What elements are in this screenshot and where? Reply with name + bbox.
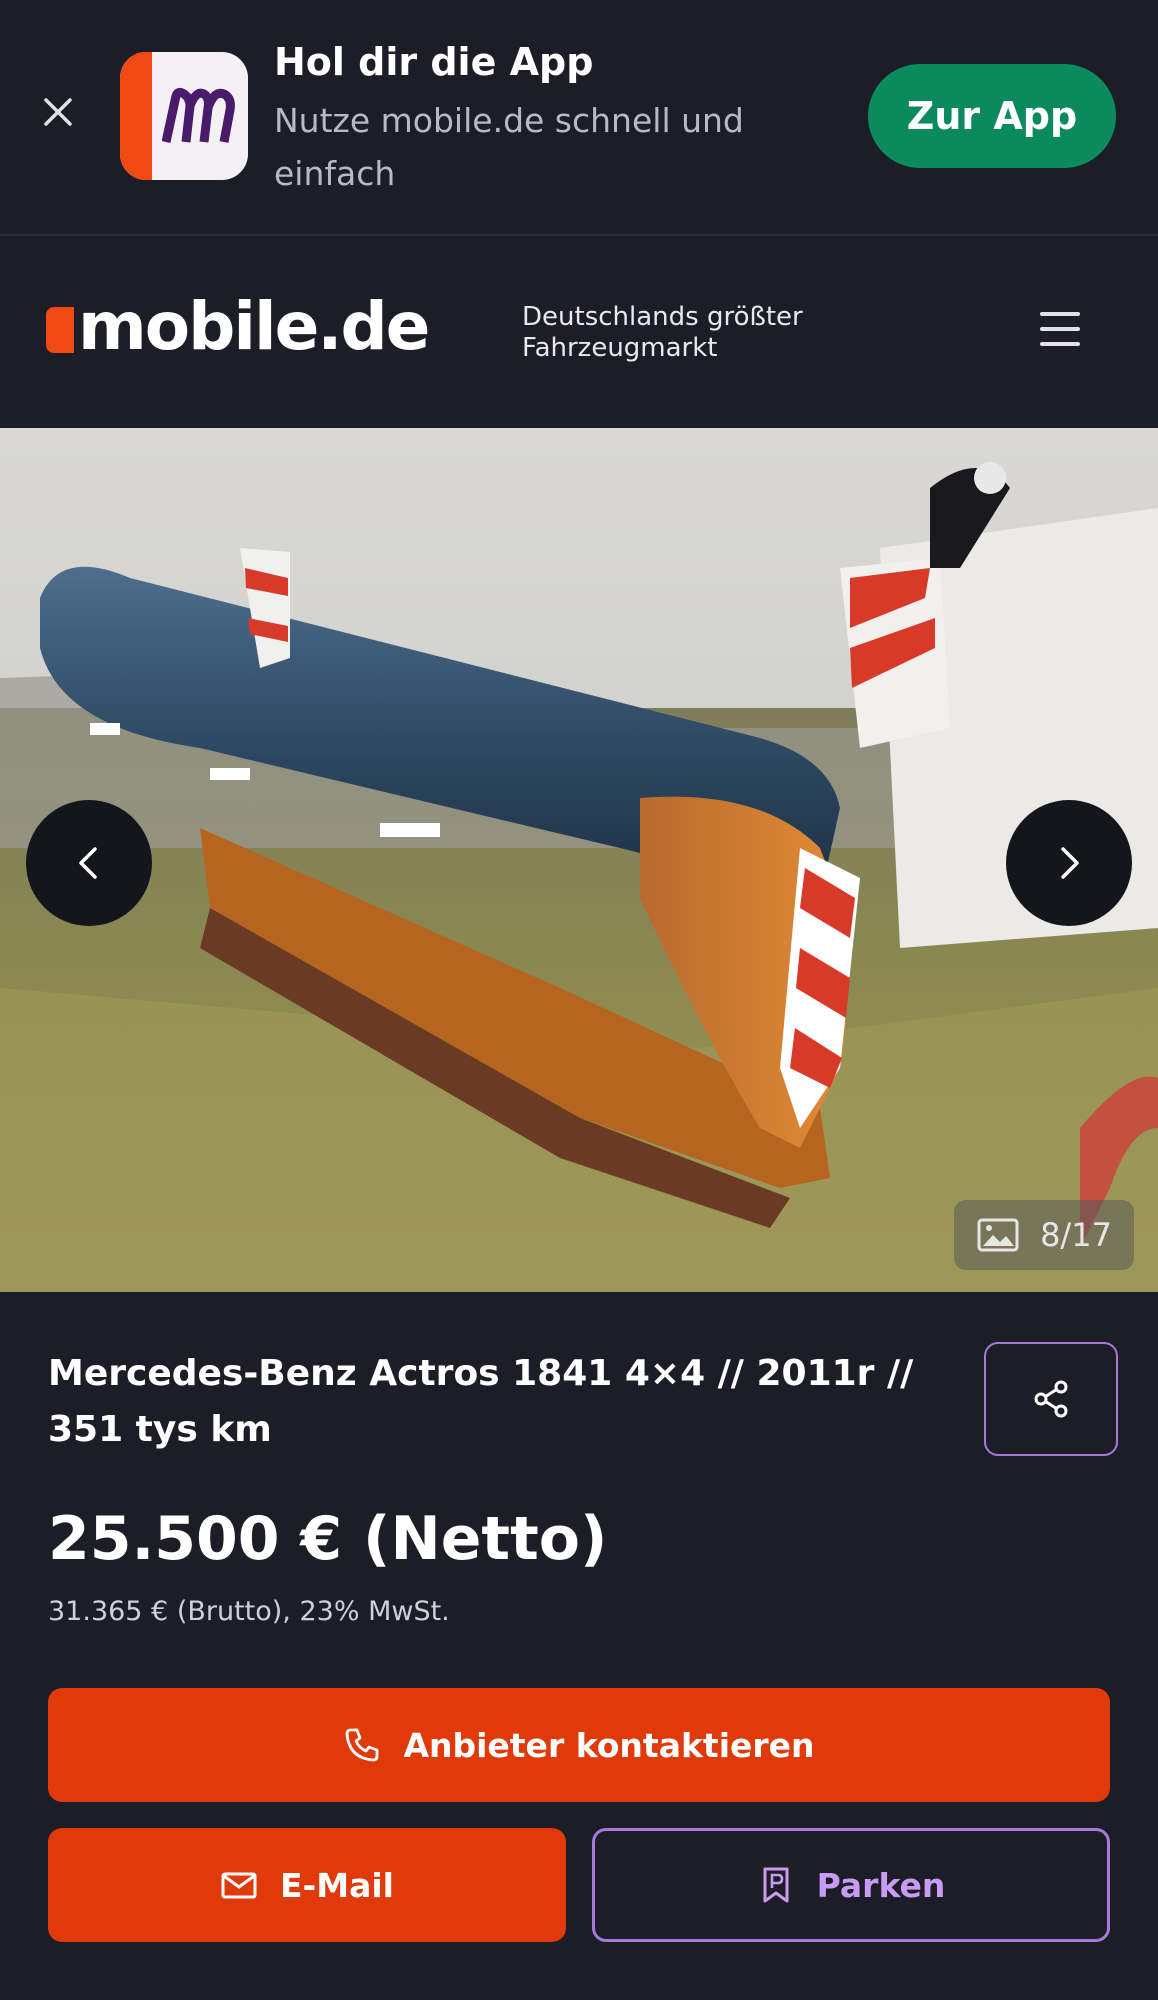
open-app-button[interactable]: Zur App <box>868 64 1116 168</box>
chevron-right-icon <box>1061 847 1079 879</box>
app-install-banner: Hol dir die App Nutze mobile.de schnell … <box>0 0 1158 236</box>
logo-text: mobile.de <box>78 288 430 365</box>
gallery-next-button[interactable] <box>1006 800 1132 926</box>
banner-subtitle: Nutze mobile.de schnell und einfach <box>274 101 744 193</box>
tagline-line-1: Deutschlands größter <box>522 302 803 332</box>
park-label: Parken <box>816 1865 946 1905</box>
share-icon <box>1034 1380 1068 1418</box>
share-button[interactable] <box>984 1342 1118 1456</box>
mobile-de-logo[interactable]: mobile.de <box>46 288 430 365</box>
image-icon <box>977 1218 1019 1252</box>
close-icon <box>44 98 72 126</box>
hamburger-menu-icon[interactable] <box>1040 312 1086 350</box>
vehicle-photo <box>0 428 1158 1292</box>
chevron-left-icon <box>79 847 97 879</box>
site-header: mobile.de Deutschlands größter Fahrzeugm… <box>0 238 1158 428</box>
price-net: 25.500 € (Netto) <box>48 1504 608 1574</box>
logo-mark <box>46 307 74 353</box>
phone-icon <box>346 1728 379 1762</box>
close-banner-button[interactable] <box>38 92 78 132</box>
mail-icon <box>221 1872 257 1899</box>
contact-seller-label: Anbieter kontaktieren <box>403 1725 815 1765</box>
image-gallery[interactable]: 8/17 <box>0 428 1158 1292</box>
email-label: E-Mail <box>280 1865 394 1905</box>
tagline: Deutschlands größter Fahrzeugmarkt <box>522 302 803 364</box>
banner-title: Hol dir die App <box>274 40 594 84</box>
image-counter-text: 8/17 <box>1040 1216 1112 1254</box>
gallery-prev-button[interactable] <box>26 800 152 926</box>
park-button[interactable]: Parken <box>592 1828 1110 1942</box>
listing-title: Mercedes-Benz Actros 1841 4×4 // 2011r /… <box>48 1353 914 1450</box>
bookmark-icon <box>763 1867 789 1903</box>
mobile-de-app-icon <box>120 52 248 180</box>
contact-seller-button[interactable]: Anbieter kontaktieren <box>48 1688 1110 1802</box>
email-button[interactable]: E-Mail <box>48 1828 566 1942</box>
image-counter: 8/17 <box>954 1200 1134 1270</box>
price-gross: 31.365 € (Brutto), 23% MwSt. <box>48 1596 450 1627</box>
listing-details: Mercedes-Benz Actros 1841 4×4 // 2011r /… <box>0 1292 1158 2000</box>
tagline-line-2: Fahrzeugmarkt <box>522 333 718 363</box>
